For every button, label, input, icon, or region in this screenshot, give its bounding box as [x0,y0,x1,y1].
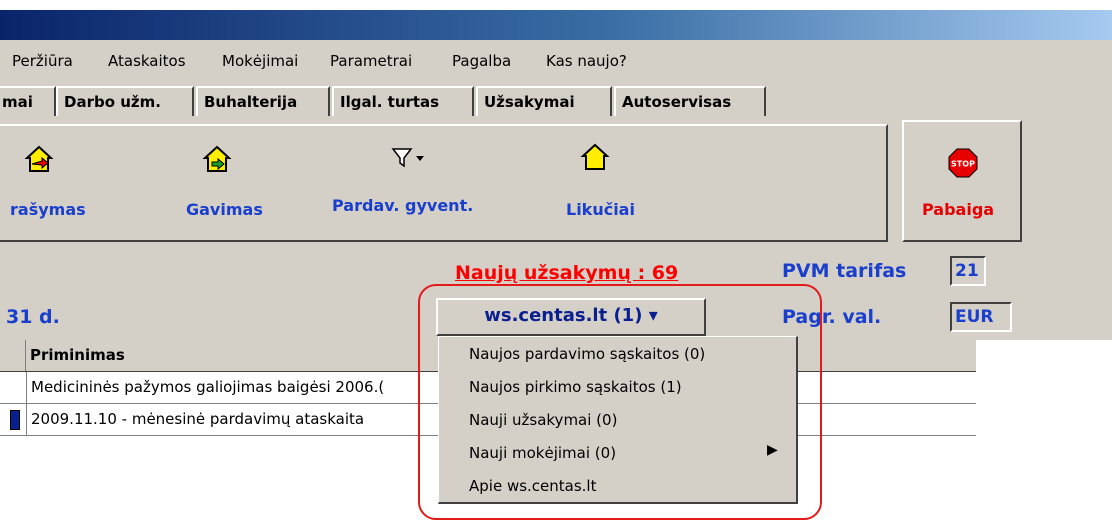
filter-dropdown-icon [391,148,424,168]
stop-sign-icon: STOP [948,148,978,178]
exit-label: Pabaiga [922,200,995,219]
row-indicator-header [0,340,26,371]
toolbar-button-gavimas[interactable]: Gavimas [170,126,290,240]
vat-rate-label: PVM tarifas [782,260,907,282]
toolbar-label: Pardav. gyvent. [332,196,474,215]
tab-ilgal-turtas[interactable]: Ilgal. turtas [332,86,474,116]
toolbar-label: Gavimas [186,200,263,219]
row-selector-indicator [10,410,20,430]
tab-autoservisas[interactable]: Autoservisas [614,86,766,116]
toolbar-button-israsymas[interactable]: rašymas [0,126,140,240]
menu-kas-naujo[interactable]: Kas naujo? [546,52,627,70]
menu-mokejimai[interactable]: Mokėjimai [222,52,298,70]
tab-partial[interactable]: mai [0,86,56,116]
toolbar-button-pardav-gyvent[interactable]: Pardav. gyvent. [318,126,518,240]
toolbar-panel: rašymas Gavimas Pardav. gyvent. Likučiai [0,124,888,242]
house-out-icon [24,145,54,172]
module-tabs: mai Darbo užm. Buhalterija Ilgal. turtas… [0,80,790,120]
stop-sign-text: STOP [951,160,975,169]
toolbar-button-likuciai[interactable]: Likučiai [540,126,680,240]
title-bar [0,10,1112,40]
menu-ataskaitos[interactable]: Ataskaitos [108,52,186,70]
tab-uzsakymai[interactable]: Užsakymai [476,86,612,116]
menu-bar: Peržiūra Ataskaitos Mokėjimai Parametrai… [0,40,1112,80]
toolbar-label: rašymas [10,200,86,219]
date-label: 31 d. [6,306,60,328]
house-icon [580,143,610,170]
highlight-outline [418,284,822,520]
menu-parametrai[interactable]: Parametrai [330,52,412,70]
table-cell: 2009.11.10 - mėnesinė pardavimų ataskait… [26,404,364,435]
toolbar-label: Likučiai [566,200,635,219]
menu-perziura[interactable]: Peržiūra [12,52,73,70]
tab-buhalterija[interactable]: Buhalterija [196,86,330,116]
exit-button[interactable]: STOP Pabaiga [902,120,1022,242]
vat-rate-field[interactable]: 21 [950,256,986,286]
column-header-priminimas[interactable]: Priminimas [26,340,125,371]
table-cell: Medicininės pažymos galiojimas baigėsi 2… [26,372,384,403]
menu-pagalba[interactable]: Pagalba [452,52,511,70]
base-currency-field[interactable]: EUR [950,302,1012,332]
house-in-icon [202,145,232,172]
tab-darbo-uzm[interactable]: Darbo užm. [56,86,194,116]
new-orders-notice[interactable]: Naujų užsakymų : 69 [455,262,678,284]
